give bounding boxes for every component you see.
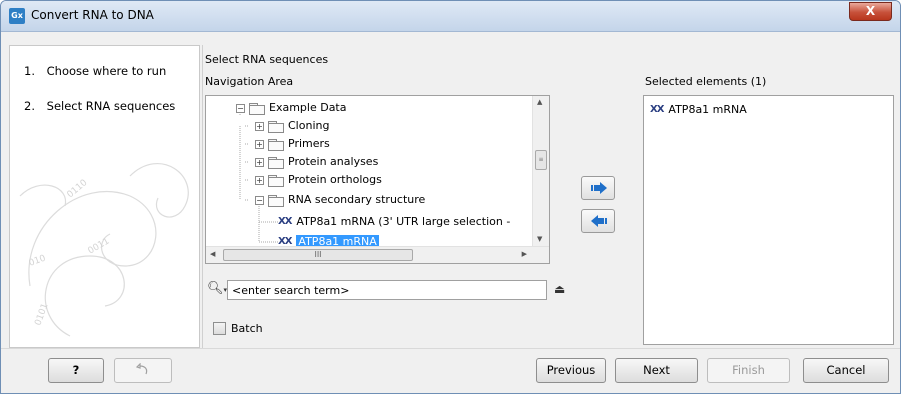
expand-icon[interactable]: + bbox=[255, 121, 264, 131]
svg-text:0101: 0101 bbox=[33, 302, 50, 327]
selected-elements-label: Selected elements (1) bbox=[645, 75, 767, 88]
step-choose-where-to-run: 1. Choose where to run bbox=[24, 64, 166, 78]
help-button[interactable]: ? bbox=[48, 358, 104, 383]
scroll-left-icon[interactable]: ◀ bbox=[210, 250, 215, 258]
collapse-icon[interactable]: − bbox=[255, 195, 264, 205]
horizontal-scrollbar[interactable]: ◀ III ▶ bbox=[206, 246, 549, 263]
divider bbox=[202, 45, 203, 348]
tree-item-label: Primers bbox=[288, 137, 330, 150]
folder-icon bbox=[268, 174, 284, 187]
expand-icon[interactable]: + bbox=[255, 157, 264, 167]
scroll-thumb[interactable]: III bbox=[223, 249, 413, 261]
decorative-spiral-image: 0110 0011 010 0101 bbox=[19, 163, 189, 337]
selected-item-label: ATP8a1 mRNA bbox=[668, 103, 747, 116]
expand-icon[interactable]: + bbox=[255, 175, 264, 185]
tree-item-label: Cloning bbox=[288, 119, 330, 132]
remove-from-selected-button[interactable] bbox=[581, 209, 615, 233]
dialog-window: Gx Convert RNA to DNA X 1. Choose where … bbox=[0, 0, 901, 394]
tree-item-atp8a1-3utr[interactable]: ⅩⅩ ATP8a1 mRNA (3' UTR large selection - bbox=[278, 213, 510, 231]
folder-icon bbox=[268, 138, 284, 151]
tree-item-label: ATP8a1 mRNA (3' UTR large selection - bbox=[296, 215, 511, 228]
search-icon[interactable]: 🔍︎▾ bbox=[207, 281, 227, 296]
tree-item-label: Protein orthologs bbox=[288, 173, 382, 186]
scroll-down-icon[interactable]: ▼ bbox=[537, 235, 542, 243]
tree-item-protein-orthologs[interactable]: + Protein orthologs bbox=[255, 171, 382, 189]
batch-checkbox[interactable] bbox=[213, 322, 226, 335]
tree-item-label: Example Data bbox=[269, 101, 347, 114]
folder-icon bbox=[249, 102, 265, 115]
vertical-scrollbar[interactable]: ▲ ≡ ▼ bbox=[532, 96, 549, 247]
svg-text:0110: 0110 bbox=[66, 178, 90, 201]
title-bar[interactable]: Gx Convert RNA to DNA X bbox=[1, 1, 900, 32]
tree-item-cloning[interactable]: + Cloning bbox=[255, 117, 329, 135]
arrow-right-icon bbox=[591, 182, 607, 194]
folder-icon bbox=[268, 194, 284, 207]
rna-sequence-icon: ⅩⅩ bbox=[650, 104, 664, 115]
scroll-up-icon[interactable]: ▲ bbox=[537, 98, 542, 106]
tree-item-label: Protein analyses bbox=[288, 155, 379, 168]
section-title: Select RNA sequences bbox=[205, 53, 329, 66]
rna-sequence-icon: ⅩⅩ bbox=[278, 216, 292, 227]
cancel-button[interactable]: Cancel bbox=[803, 358, 889, 383]
collapse-icon[interactable]: − bbox=[236, 103, 245, 113]
selected-elements-list[interactable]: ⅩⅩ ATP8a1 mRNA bbox=[643, 95, 894, 345]
step-label: Choose where to run bbox=[46, 64, 167, 78]
navigation-area-label: Navigation Area bbox=[205, 75, 294, 88]
eject-icon[interactable]: ⏏ bbox=[554, 282, 565, 296]
previous-button[interactable]: Previous bbox=[536, 358, 606, 383]
arrow-left-icon bbox=[591, 215, 607, 227]
scroll-thumb[interactable]: ≡ bbox=[535, 150, 547, 170]
finish-button[interactable]: Finish bbox=[707, 358, 790, 383]
svg-text:0011: 0011 bbox=[87, 236, 112, 256]
tree-item-example-data[interactable]: − Example Data bbox=[236, 99, 346, 117]
tree-item-primers[interactable]: + Primers bbox=[255, 135, 330, 153]
step-select-rna-sequences: 2. Select RNA sequences bbox=[24, 99, 175, 113]
scroll-right-icon[interactable]: ▶ bbox=[522, 250, 527, 258]
steps-panel: 1. Choose where to run 2. Select RNA seq… bbox=[9, 45, 200, 348]
window-title: Convert RNA to DNA bbox=[31, 8, 154, 22]
search-input[interactable] bbox=[227, 280, 547, 300]
undo-icon bbox=[135, 362, 148, 375]
close-button[interactable]: X bbox=[849, 2, 892, 21]
add-to-selected-button[interactable] bbox=[581, 176, 615, 200]
expand-icon[interactable]: + bbox=[255, 139, 264, 149]
app-icon: Gx bbox=[9, 8, 25, 24]
next-button[interactable]: Next bbox=[615, 358, 698, 383]
folder-icon bbox=[268, 156, 284, 169]
step-label: Select RNA sequences bbox=[46, 99, 176, 113]
tree-item-protein-analyses[interactable]: + Protein analyses bbox=[255, 153, 378, 171]
reset-button[interactable] bbox=[114, 358, 172, 383]
divider bbox=[1, 348, 900, 349]
step-number: 1. bbox=[24, 64, 35, 78]
selected-item[interactable]: ⅩⅩ ATP8a1 mRNA bbox=[650, 102, 747, 118]
step-number: 2. bbox=[24, 99, 35, 113]
tree-item-rna-secondary-structure[interactable]: − RNA secondary structure bbox=[255, 191, 425, 209]
folder-icon bbox=[268, 120, 284, 133]
tree-item-label: RNA secondary structure bbox=[288, 193, 426, 206]
navigation-tree[interactable]: − Example Data + Cloning + Primers + Protein… bbox=[205, 95, 550, 264]
batch-label: Batch bbox=[231, 322, 263, 335]
